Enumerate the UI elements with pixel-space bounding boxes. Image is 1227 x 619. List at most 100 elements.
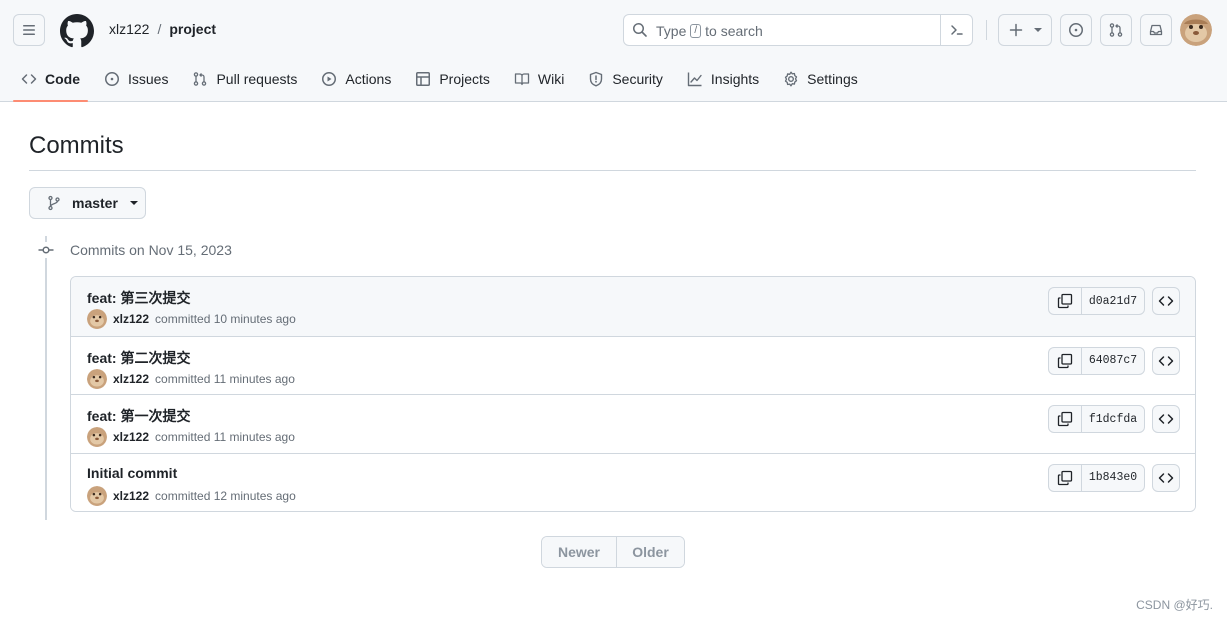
commit-message-link[interactable]: feat: 第一次提交	[87, 406, 190, 426]
branch-selector-button[interactable]: master	[29, 187, 146, 219]
older-button[interactable]: Older	[617, 537, 684, 567]
avatar-image	[1180, 14, 1212, 46]
commit-message-link[interactable]: Initial commit	[87, 465, 177, 481]
tab-security[interactable]: Security	[580, 60, 671, 98]
search-placeholder-pre: Type	[656, 23, 687, 39]
create-new-button[interactable]	[998, 14, 1052, 46]
book-icon	[514, 73, 530, 86]
commit-author-link[interactable]: xlz122	[113, 372, 149, 386]
avatar-image	[87, 485, 107, 506]
commit-sha-link[interactable]: f1dcfda	[1082, 406, 1144, 432]
tab-label: Projects	[439, 71, 490, 87]
code-icon	[1158, 355, 1174, 366]
breadcrumb: xlz122 / project	[109, 21, 216, 37]
avatar[interactable]	[87, 309, 107, 329]
plus-icon	[1009, 23, 1023, 37]
git-pull-request-icon	[1109, 23, 1123, 37]
browse-repo-button[interactable]	[1152, 346, 1180, 375]
user-avatar[interactable]	[1180, 14, 1212, 46]
commit-author-link[interactable]: xlz122	[113, 489, 149, 503]
shield-icon	[590, 71, 603, 87]
tab-pull-requests[interactable]: Pull requests	[184, 60, 305, 98]
commit-message-link[interactable]: feat: 第二次提交	[87, 348, 190, 368]
issue-opened-icon	[105, 72, 119, 86]
browse-repo-button[interactable]	[1152, 405, 1180, 433]
commit-row: Initial commit xlz122 committed 12 minut…	[71, 452, 1195, 511]
tab-settings[interactable]: Settings	[775, 60, 866, 98]
browse-repo-button[interactable]	[1152, 463, 1180, 492]
search-input[interactable]: Type / to search	[623, 14, 973, 46]
copy-sha-button[interactable]	[1049, 464, 1082, 491]
graph-icon	[687, 72, 702, 87]
tab-projects[interactable]: Projects	[407, 60, 498, 98]
code-icon	[21, 74, 37, 84]
pull-requests-button[interactable]	[1100, 14, 1132, 46]
commit-time: committed 12 minutes ago	[155, 488, 296, 503]
commit-author-link[interactable]: xlz122	[113, 430, 149, 444]
timeline-line	[45, 236, 47, 520]
title-divider	[29, 170, 1196, 171]
tab-label: Actions	[345, 71, 392, 87]
avatar[interactable]	[87, 427, 107, 447]
play-icon	[322, 72, 337, 86]
tab-label: Insights	[710, 71, 760, 87]
git-commit-icon	[37, 242, 55, 258]
table-icon	[416, 72, 431, 86]
sha-button-group: 1b843e0	[1048, 463, 1145, 492]
commit-author-link[interactable]: xlz122	[113, 312, 149, 326]
commit-sha-link[interactable]: d0a21d7	[1082, 288, 1144, 314]
commit-time: committed 10 minutes ago	[155, 312, 296, 326]
inbox-icon	[1149, 24, 1163, 36]
avatar-image	[87, 309, 107, 329]
commit-sha-link[interactable]: 64087c7	[1082, 348, 1144, 374]
newer-button[interactable]: Newer	[542, 537, 617, 567]
tab-actions[interactable]: Actions	[313, 60, 399, 98]
inbox-button[interactable]	[1140, 14, 1172, 46]
pagination: Newer Older	[541, 536, 685, 568]
commit-meta: xlz122 committed 11 minutes ago	[87, 427, 295, 447]
tab-label: Issues	[128, 71, 169, 87]
github-logo[interactable]	[60, 14, 94, 48]
commit-list: feat: 第三次提交 xlz122 committed 10 minutes …	[70, 276, 1196, 512]
avatar[interactable]	[87, 368, 107, 389]
copy-icon	[1057, 293, 1073, 309]
repo-nav: Code Issues Pull requests Actions Projec…	[13, 60, 874, 102]
repo-link[interactable]: project	[169, 21, 216, 37]
tab-label: Security	[612, 71, 663, 87]
commit-message-link[interactable]: feat: 第三次提交	[87, 288, 190, 308]
sha-button-group: f1dcfda	[1048, 405, 1145, 433]
avatar[interactable]	[87, 485, 107, 506]
command-palette-button[interactable]	[940, 15, 972, 45]
search-shortcut-key: /	[690, 24, 702, 38]
header-divider	[986, 20, 987, 40]
git-branch-icon	[48, 195, 60, 211]
watermark: CSDN @好巧.	[1136, 598, 1213, 612]
github-logo-icon	[60, 14, 94, 48]
tab-issues[interactable]: Issues	[96, 60, 176, 98]
tab-insights[interactable]: Insights	[679, 60, 767, 98]
hamburger-icon	[23, 25, 35, 35]
avatar-image	[87, 368, 107, 389]
tab-label: Settings	[807, 71, 858, 87]
search-placeholder: Type / to search	[656, 23, 763, 39]
copy-sha-button[interactable]	[1049, 288, 1082, 314]
tab-label: Wiki	[537, 71, 565, 87]
tab-wiki[interactable]: Wiki	[506, 60, 572, 98]
gear-icon	[785, 71, 798, 87]
browse-repo-button[interactable]	[1152, 287, 1180, 315]
issues-button[interactable]	[1060, 14, 1092, 46]
copy-sha-button[interactable]	[1049, 347, 1082, 374]
search-placeholder-post: to search	[705, 23, 763, 39]
tab-code[interactable]: Code	[13, 60, 88, 102]
menu-button[interactable]	[13, 14, 45, 46]
commit-meta: xlz122 committed 12 minutes ago	[87, 485, 296, 506]
owner-link[interactable]: xlz122	[109, 21, 149, 37]
breadcrumb-separator: /	[157, 21, 162, 37]
commit-sha-link[interactable]: 1b843e0	[1082, 465, 1144, 491]
chevron-down-icon	[1034, 28, 1042, 32]
commit-time: committed 11 minutes ago	[155, 371, 295, 386]
copy-icon	[1057, 353, 1073, 368]
copy-sha-button[interactable]	[1049, 406, 1082, 432]
commit-meta: xlz122 committed 10 minutes ago	[87, 309, 296, 329]
chevron-down-icon	[129, 201, 138, 205]
